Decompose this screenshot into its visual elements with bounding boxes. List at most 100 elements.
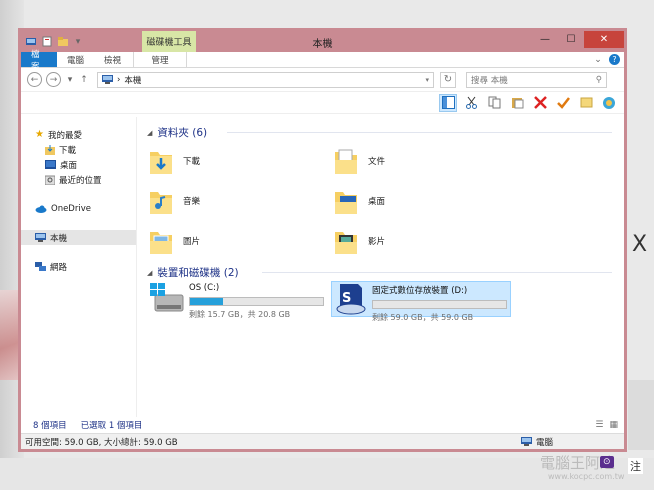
nav-downloads[interactable]: 下載	[21, 142, 136, 157]
nav-label: 桌面	[60, 160, 78, 171]
title-bar[interactable]: ▾ 磁碟機工具 本機 — ☐ ✕	[21, 31, 624, 52]
nav-label: 網路	[50, 262, 68, 273]
search-input[interactable]: 搜尋 本機 ⚲	[466, 71, 607, 88]
expand-ribbon-icon[interactable]: ⌄	[593, 55, 603, 65]
desktop-folder-icon	[335, 192, 357, 214]
collapse-chevron-icon[interactable]: ◢	[147, 129, 152, 137]
recent-places-icon	[45, 175, 55, 185]
drive-usage-bar	[372, 300, 507, 309]
address-dropdown-icon[interactable]: ▾	[425, 76, 429, 84]
windows-drive-icon	[150, 283, 184, 312]
music-folder-icon	[150, 192, 172, 214]
tiles-view-icon[interactable]: ▦	[609, 420, 618, 430]
drives-section-header[interactable]: ◢ 裝置和磁碟機 (2)	[147, 265, 239, 280]
collapse-chevron-icon[interactable]: ◢	[147, 269, 152, 277]
tab-manage[interactable]: 管理	[133, 52, 188, 67]
details-view-icon[interactable]: ☰	[595, 420, 603, 430]
search-placeholder: 搜尋 本機	[471, 75, 508, 86]
drive-d[interactable]: S 固定式數位存放裝置 (D:) 剩餘 59.0 GB，共 59.0 GB	[331, 281, 511, 322]
downloads-icon	[45, 144, 55, 155]
ribbon-tabs: 檔案 電腦 檢視 管理 ⌄ ?	[21, 50, 624, 72]
layout-icon[interactable]	[439, 93, 457, 112]
nav-label: 下載	[59, 145, 77, 156]
free-space-summary: 可用空間: 59.0 GB, 大小總計: 59.0 GB	[25, 437, 178, 448]
drive-info: 固定式數位存放裝置 (D:) 剩餘 59.0 GB，共 59.0 GB	[372, 282, 507, 322]
nav-desktop[interactable]: 桌面	[21, 157, 136, 172]
note-label: 注	[628, 458, 643, 474]
address-path[interactable]: 本機	[124, 74, 141, 86]
documents-folder-icon	[335, 149, 357, 174]
copy-icon[interactable]	[485, 94, 503, 112]
back-button[interactable]: ←	[27, 72, 42, 87]
minimize-button[interactable]: —	[532, 31, 558, 48]
item-count: 8 個項目	[33, 421, 67, 431]
cut-icon[interactable]	[462, 94, 480, 112]
check-icon[interactable]	[554, 94, 572, 112]
new-folder-icon[interactable]	[57, 36, 69, 47]
drive-c[interactable]: OS (C:) 剩餘 15.7 GB，共 20.8 GB	[149, 281, 329, 319]
section-divider	[227, 132, 612, 133]
ribbon-right-controls: ⌄ ?	[593, 54, 620, 65]
nav-onedrive[interactable]: OneDrive	[21, 201, 136, 216]
downloads-folder-icon	[150, 152, 172, 174]
window-controls: — ☐ ✕	[532, 31, 624, 48]
folder-item[interactable]: 音樂	[149, 184, 200, 218]
refresh-button[interactable]: ↻	[440, 71, 456, 88]
status-bar-details: 可用空間: 59.0 GB, 大小總計: 59.0 GB 電腦	[21, 433, 624, 449]
close-button[interactable]: ✕	[584, 31, 624, 48]
folders-section-header[interactable]: ◢ 資料夾 (6)	[147, 125, 207, 140]
nav-this-pc[interactable]: 本機	[21, 230, 136, 245]
nav-recent[interactable]: 最近的位置	[21, 172, 136, 187]
delete-icon[interactable]	[531, 94, 549, 112]
content-area: ★ 我的最愛 下載 桌面 最近的位置 OneDrive 本機 網路 ◢ 資料夾 (…	[21, 117, 624, 417]
section-divider	[262, 272, 612, 273]
desktop-icon	[45, 160, 56, 169]
navigation-pane: ★ 我的最愛 下載 桌面 最近的位置 OneDrive 本機 網路	[21, 117, 137, 417]
drive-usage-fill	[190, 298, 224, 305]
folder-label: 音樂	[183, 197, 201, 207]
undo-icon[interactable]	[577, 94, 595, 112]
folder-label: 影片	[368, 237, 386, 247]
tab-computer[interactable]: 電腦	[57, 52, 94, 67]
search-icon: ⚲	[595, 74, 602, 85]
folder-item[interactable]: 下載	[149, 144, 200, 178]
computer-icon	[35, 233, 46, 242]
maximize-button[interactable]: ☐	[558, 31, 584, 48]
folder-item[interactable]: 文件	[334, 144, 385, 178]
recent-locations-icon[interactable]: ▾	[65, 75, 75, 85]
shell-icon[interactable]	[600, 94, 618, 112]
tab-file[interactable]: 檔案	[21, 50, 57, 72]
drive-info: OS (C:) 剩餘 15.7 GB，共 20.8 GB	[189, 281, 324, 319]
network-icon	[35, 261, 46, 271]
nav-favorites[interactable]: ★ 我的最愛	[21, 127, 136, 142]
address-field[interactable]: › 本機 ▾	[97, 71, 434, 88]
folder-label: 下載	[183, 157, 201, 167]
drive-tools-context-tab[interactable]: 磁碟機工具	[142, 31, 196, 52]
folder-label: 圖片	[183, 237, 201, 247]
nav-label: 本機	[50, 233, 68, 244]
nav-network[interactable]: 網路	[21, 259, 136, 274]
custom-toolbar	[21, 92, 624, 114]
main-pane: ◢ 資料夾 (6) 下載 文件 音樂 桌面 圖片 影片 ◢ 裝置和磁碟機 (2)…	[137, 117, 624, 417]
status-bar-items: 8 個項目 已選取 1 個項目 ☰ ▦	[21, 417, 624, 433]
desktop-right-band	[628, 380, 654, 450]
pictures-folder-icon	[150, 232, 172, 254]
drive-free-space: 剩餘 59.0 GB，共 59.0 GB	[372, 313, 474, 322]
drive-free-space: 剩餘 15.7 GB，共 20.8 GB	[189, 310, 291, 319]
sd-card-drive-icon: S	[336, 284, 366, 315]
folder-item[interactable]: 桌面	[334, 184, 385, 218]
qat-dropdown-icon[interactable]: ▾	[73, 37, 83, 47]
folder-item[interactable]: 圖片	[149, 224, 200, 258]
path-separator: ›	[117, 74, 121, 85]
this-pc-icon	[102, 75, 113, 84]
up-button[interactable]: ↑	[79, 75, 89, 85]
help-icon[interactable]: ?	[609, 54, 620, 65]
address-bar-row: ← → ▾ ↑ › 本機 ▾ ↻ 搜尋 本機 ⚲	[21, 68, 624, 92]
paste-icon[interactable]	[508, 94, 526, 112]
tab-view[interactable]: 檢視	[94, 52, 131, 67]
forward-button[interactable]: →	[46, 72, 61, 87]
folder-item[interactable]: 影片	[334, 224, 385, 258]
explorer-icon[interactable]	[25, 36, 37, 47]
properties-icon[interactable]	[41, 36, 53, 47]
drive-name: OS (C:)	[189, 283, 220, 293]
